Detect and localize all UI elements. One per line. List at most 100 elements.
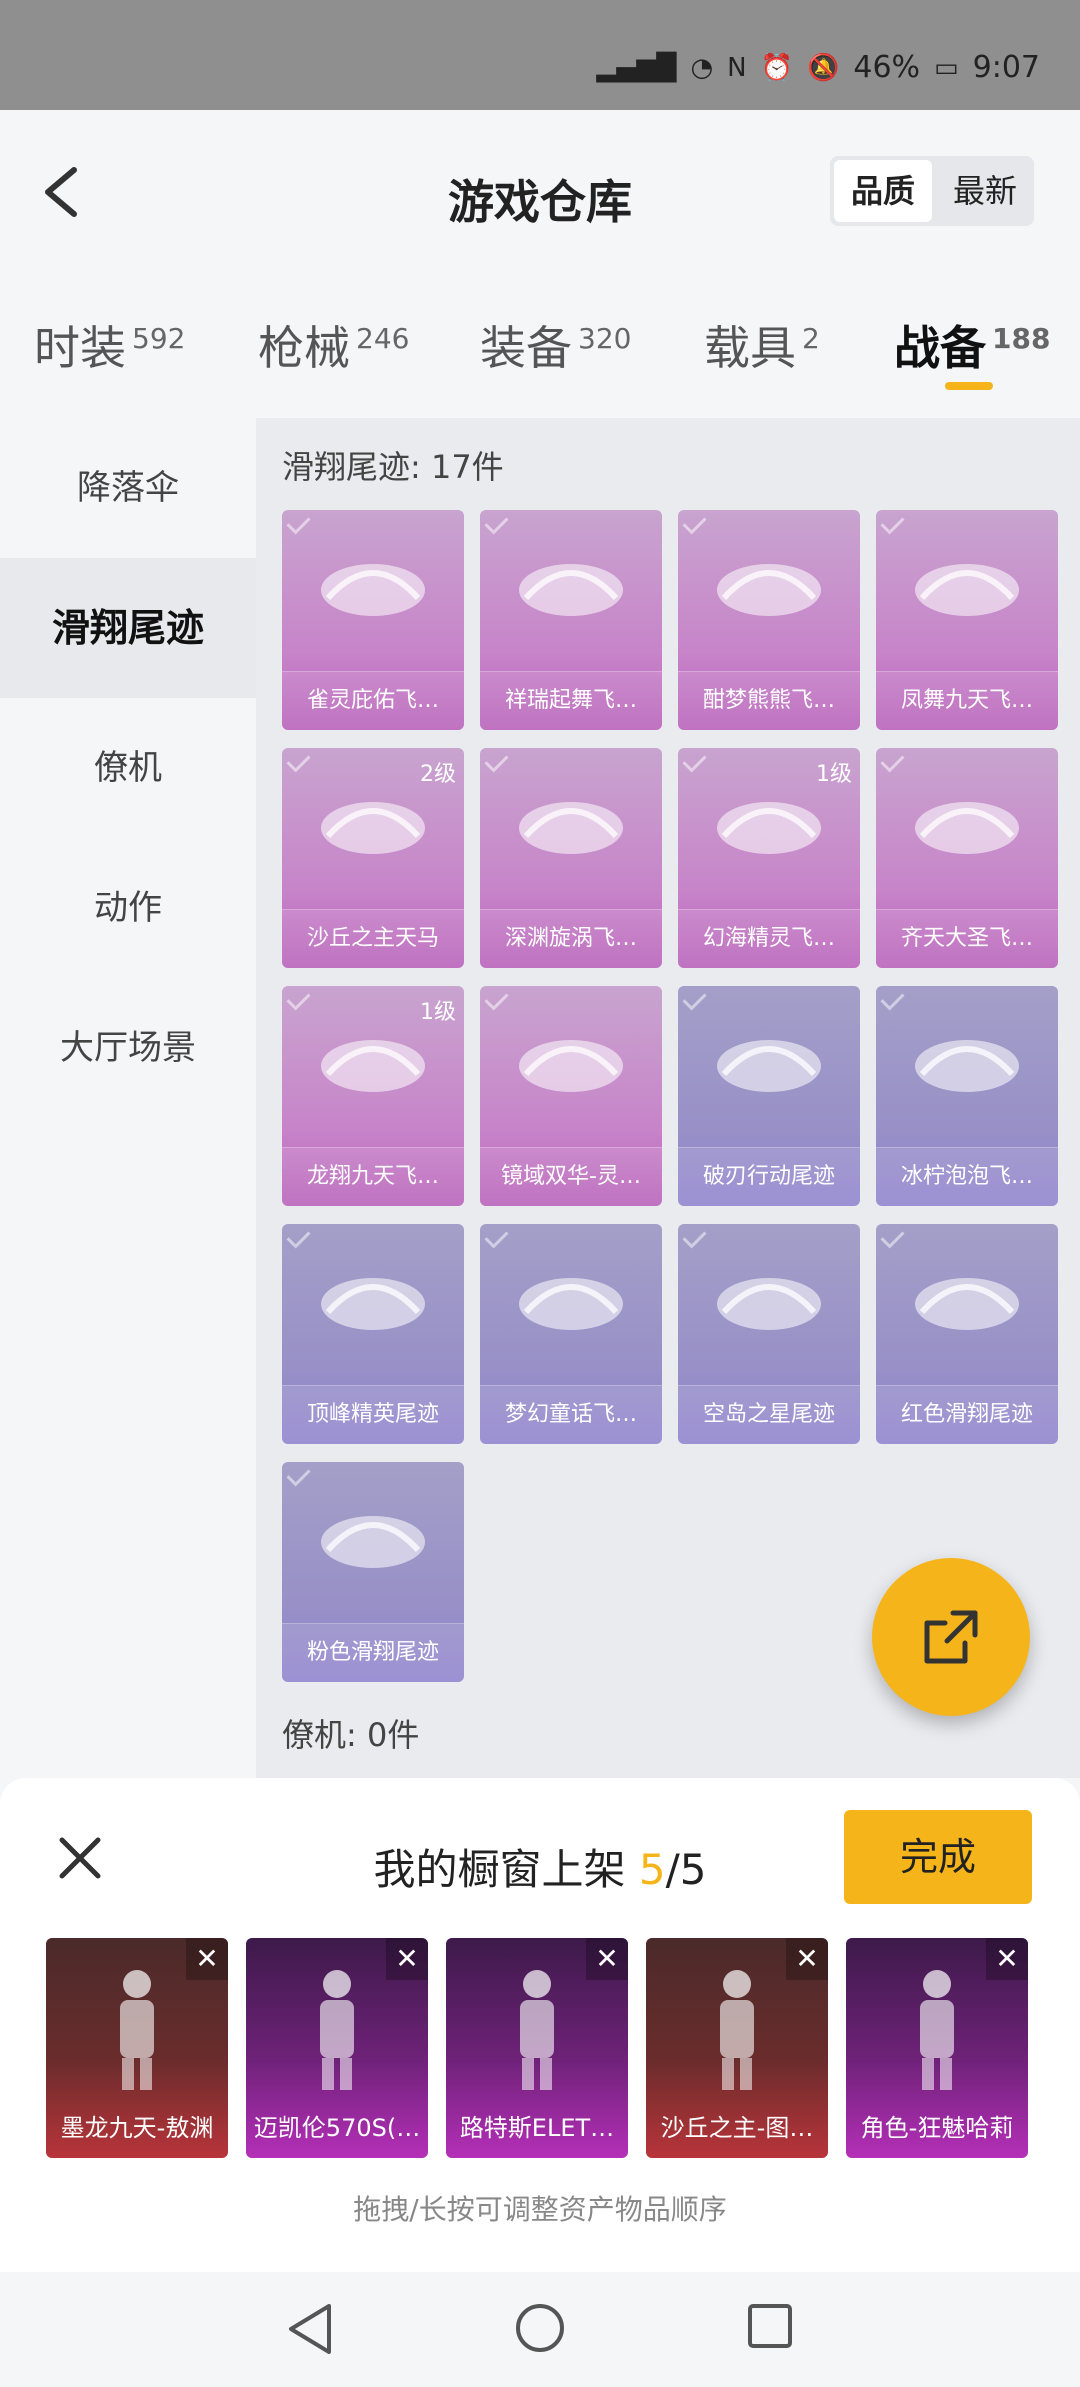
tab-label: 载具 <box>704 321 796 375</box>
item-thumbnail <box>915 564 1019 616</box>
showcase-item-name: 墨龙九天-敖渊 <box>60 2114 214 2142</box>
showcase-item-thumbnail <box>320 1970 354 2090</box>
item-name: 酣梦熊熊飞… <box>678 671 860 730</box>
page-header: 游戏仓库 品质 最新 <box>0 110 1080 280</box>
showcase-item[interactable]: ✕ 墨龙九天-敖渊 <box>46 1938 228 2158</box>
tab-count: 188 <box>992 321 1051 355</box>
alarm-icon: ⏰ <box>760 52 793 83</box>
showcase-items: ✕ 墨龙九天-敖渊 ✕ 迈凯伦570S(… ✕ 路特斯ELET… ✕ 沙丘之主-图… ✕ 角色-狂… <box>46 1938 1028 2158</box>
item-thumbnail <box>717 1278 821 1330</box>
item-name: 梦幻童话飞… <box>480 1385 662 1444</box>
tab-fashion[interactable]: 时装 592 <box>34 312 185 378</box>
sidebar-item-glide-trail[interactable]: 滑翔尾迹 <box>0 558 256 698</box>
glide-trail-card[interactable]: 梦幻童话飞… <box>480 1224 662 1444</box>
showcase-item-thumbnail <box>720 1970 754 2090</box>
sort-toggle: 品质 最新 <box>830 156 1034 226</box>
showcase-item[interactable]: ✕ 路特斯ELET… <box>446 1938 628 2158</box>
section-title: 滑翔尾迹: 17件 <box>282 448 504 486</box>
glide-trail-card[interactable]: 祥瑞起舞飞… <box>480 510 662 730</box>
glide-trail-card[interactable]: 2级 沙丘之主天马 <box>282 748 464 968</box>
glide-trail-card[interactable]: 空岛之星尾迹 <box>678 1224 860 1444</box>
glide-trail-card[interactable]: 红色滑翔尾迹 <box>876 1224 1058 1444</box>
nav-home-icon[interactable] <box>514 2302 566 2354</box>
showcase-item-thumbnail <box>120 1970 154 2090</box>
reorder-hint: 拖拽/长按可调整资产物品顺序 <box>353 2193 727 2226</box>
nav-back-icon[interactable] <box>285 2302 335 2356</box>
item-thumbnail <box>321 564 425 616</box>
glide-trail-card[interactable]: 1级幻海精灵飞… <box>678 748 860 968</box>
glide-trail-card[interactable]: 雀灵庇佑飞… <box>282 510 464 730</box>
tab-label: 时装 <box>34 321 126 375</box>
item-name: 冰柠泡泡飞… <box>876 1147 1058 1206</box>
glide-trail-card[interactable]: 1级龙翔九天飞… <box>282 986 464 1206</box>
status-bar: ▂▄▆█ ◔ N ⏰ 🔕 46% ▭ 9:07 <box>0 0 1080 110</box>
item-name: 幻海精灵飞… <box>678 909 860 968</box>
signal-icon: ▂▄▆█ <box>596 52 677 83</box>
glide-trail-card[interactable]: 粉色滑翔尾迹 <box>282 1462 464 1682</box>
showcase-item-name: 迈凯伦570S(… <box>253 2114 421 2142</box>
glide-trail-card[interactable]: 酣梦熊熊飞… <box>678 510 860 730</box>
tab-count: 320 <box>578 321 632 355</box>
clock: 9:07 <box>972 50 1040 85</box>
item-thumbnail <box>717 564 821 616</box>
item-thumbnail <box>915 1278 1019 1330</box>
wifi-icon: ◔ <box>690 52 714 83</box>
item-name: 齐天大圣飞… <box>876 909 1058 968</box>
item-thumbnail <box>321 1516 425 1568</box>
tab-label: 战备 <box>894 321 986 375</box>
item-name: 空岛之星尾迹 <box>678 1385 860 1444</box>
item-name: 龙翔九天飞… <box>282 1147 464 1206</box>
tab-vehicles[interactable]: 载具 2 <box>704 312 820 378</box>
showcase-item[interactable]: ✕ 角色-狂魅哈莉 <box>846 1938 1028 2158</box>
glide-trail-card[interactable]: 破刃行动尾迹 <box>678 986 860 1206</box>
item-thumbnail <box>717 1040 821 1092</box>
item-name: 雀灵庇佑飞… <box>282 671 464 730</box>
nfc-icon: N <box>727 52 747 83</box>
item-level: 1级 <box>420 1000 456 1025</box>
item-name: 顶峰精英尾迹 <box>282 1385 464 1444</box>
sidebar-item-emote[interactable]: 动作 <box>0 838 256 978</box>
showcase-item[interactable]: ✕ 迈凯伦570S(… <box>246 1938 428 2158</box>
sidebar-item-parachute[interactable]: 降落伞 <box>0 418 256 558</box>
glide-trail-card[interactable]: 顶峰精英尾迹 <box>282 1224 464 1444</box>
sort-quality-button[interactable]: 品质 <box>834 160 932 222</box>
item-thumbnail <box>321 1278 425 1330</box>
next-section-title: 僚机: 0件 <box>282 1716 420 1754</box>
showcase-item-thumbnail <box>520 1970 554 2090</box>
item-name: 沙丘之主天马 <box>282 909 464 968</box>
tab-count: 246 <box>356 321 410 355</box>
done-button[interactable]: 完成 <box>844 1810 1032 1904</box>
item-thumbnail <box>915 802 1019 854</box>
item-grid: 雀灵庇佑飞… 祥瑞起舞飞… 酣梦熊熊飞… 凤舞九天飞… 2级 沙丘之主天马 深渊旋涡飞… 1级… <box>282 510 1072 1682</box>
glide-trail-card[interactable]: 深渊旋涡飞… <box>480 748 662 968</box>
tab-count: 592 <box>132 321 186 355</box>
glide-trail-card[interactable]: 冰柠泡泡飞… <box>876 986 1058 1206</box>
nav-recents-icon[interactable] <box>746 2302 794 2350</box>
showcase-item-name: 路特斯ELET… <box>459 2114 615 2142</box>
sort-latest-button[interactable]: 最新 <box>936 156 1034 226</box>
active-tab-indicator <box>945 382 993 390</box>
subcategory-sidebar: 降落伞 滑翔尾迹 僚机 动作 大厅场景 <box>0 418 256 1778</box>
item-name: 深渊旋涡飞… <box>480 909 662 968</box>
sidebar-item-wingman[interactable]: 僚机 <box>0 698 256 838</box>
item-name: 镜域双华-灵… <box>480 1147 662 1206</box>
item-thumbnail <box>519 1278 623 1330</box>
tab-label: 枪械 <box>258 321 350 375</box>
glide-trail-card[interactable]: 齐天大圣飞… <box>876 748 1058 968</box>
showcase-panel: 我的橱窗上架 5/5 完成 ✕ 墨龙九天-敖渊 ✕ 迈凯伦570S(… ✕ 路特斯ELET… <box>0 1778 1080 2272</box>
system-nav-bar <box>0 2272 1080 2387</box>
showcase-item[interactable]: ✕ 沙丘之主-图… <box>646 1938 828 2158</box>
item-level: 1级 <box>816 762 852 787</box>
tab-equipment[interactable]: 装备 320 <box>480 312 631 378</box>
battery-icon: ▭ <box>934 52 959 83</box>
sidebar-item-lobby-scene[interactable]: 大厅场景 <box>0 978 256 1118</box>
item-thumbnail <box>519 1040 623 1092</box>
glide-trail-card[interactable]: 镜域双华-灵… <box>480 986 662 1206</box>
tab-guns[interactable]: 枪械 246 <box>258 312 409 378</box>
tab-combat-gear[interactable]: 战备 188 <box>894 312 1050 378</box>
item-thumbnail <box>519 564 623 616</box>
glide-trail-card[interactable]: 凤舞九天飞… <box>876 510 1058 730</box>
share-button[interactable] <box>872 1558 1030 1716</box>
item-name: 粉色滑翔尾迹 <box>282 1623 464 1682</box>
tab-label: 装备 <box>480 321 572 375</box>
